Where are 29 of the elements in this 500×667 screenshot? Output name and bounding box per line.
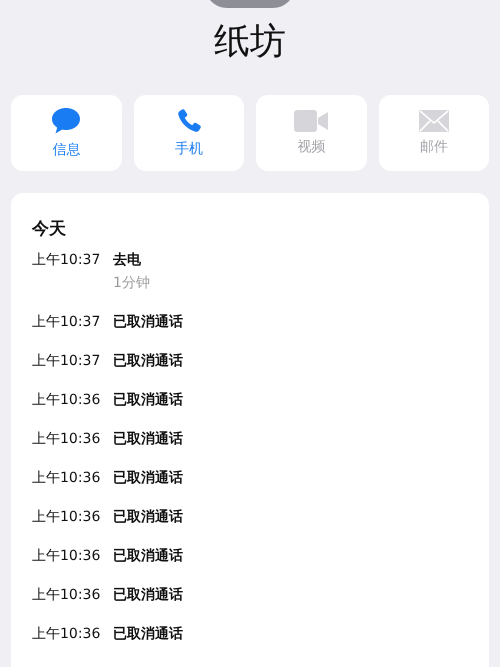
video-camera-icon bbox=[294, 110, 328, 132]
call-time: 上午10:36 bbox=[32, 586, 102, 604]
phone-icon bbox=[176, 108, 202, 134]
contact-name: 纸坊 bbox=[214, 20, 286, 64]
call-type: 已取消通话 bbox=[113, 625, 183, 643]
call-type: 已取消通话 bbox=[113, 508, 183, 526]
call-type: 已取消通话 bbox=[113, 352, 183, 370]
call-type: 已取消通话 bbox=[113, 469, 183, 487]
call-time: 上午10:36 bbox=[32, 469, 102, 487]
envelope-icon bbox=[418, 110, 449, 132]
call-duration: 1分钟 bbox=[113, 274, 150, 292]
call-time: 上午10:37 bbox=[32, 352, 102, 370]
call-type: 已取消通话 bbox=[113, 430, 183, 448]
message-button[interactable]: 信息 bbox=[11, 95, 122, 171]
call-time: 上午10:37 bbox=[32, 313, 102, 331]
call-time: 上午10:36 bbox=[32, 508, 102, 526]
call-time: 上午10:36 bbox=[32, 430, 102, 448]
call-type: 已取消通话 bbox=[113, 391, 183, 409]
call-time: 上午10:36 bbox=[32, 391, 102, 409]
call-type: 已取消通话 bbox=[113, 313, 183, 331]
section-heading: 今天 bbox=[32, 218, 67, 240]
call-time: 上午10:36 bbox=[32, 547, 102, 565]
call-type: 已取消通话 bbox=[113, 547, 183, 565]
call-type: 去电 bbox=[113, 251, 142, 269]
call-type: 已取消通话 bbox=[113, 586, 183, 604]
call-time: 上午10:36 bbox=[32, 625, 102, 643]
call-time: 上午10:37 bbox=[32, 251, 102, 270]
speech-bubble-icon bbox=[51, 107, 82, 135]
phone-button[interactable]: 手机 bbox=[134, 95, 244, 171]
